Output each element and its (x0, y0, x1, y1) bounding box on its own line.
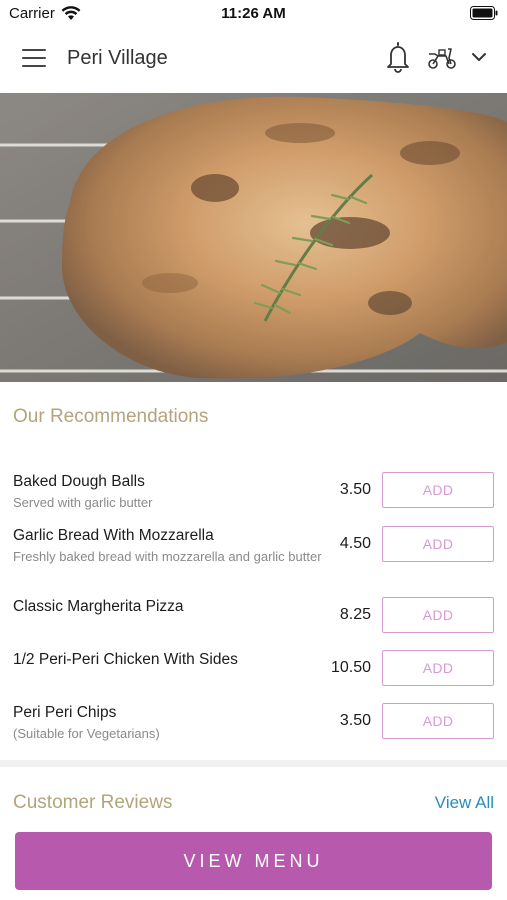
item-description: Freshly baked bread with mozzarella and … (13, 549, 322, 564)
item-name: Peri Peri Chips (13, 704, 117, 721)
item-name: Classic Margherita Pizza (13, 598, 184, 615)
section-divider (0, 760, 507, 767)
restaurant-title: Peri Village (67, 47, 168, 69)
add-button[interactable]: ADD (382, 650, 494, 686)
battery-icon (470, 6, 498, 20)
item-price: 10.50 (330, 659, 371, 676)
add-button[interactable]: ADD (382, 703, 494, 739)
item-name: Baked Dough Balls (13, 473, 145, 490)
scooter-icon[interactable] (426, 45, 458, 71)
recommendations-title: Our Recommendations (13, 406, 209, 427)
item-name: 1/2 Peri-Peri Chicken With Sides (13, 651, 238, 668)
item-description: Served with garlic butter (13, 495, 153, 510)
app-header: Peri Village (0, 28, 507, 91)
item-price: 4.50 (339, 535, 371, 552)
add-button[interactable]: ADD (382, 526, 494, 562)
menu-icon[interactable] (22, 49, 46, 69)
add-button[interactable]: ADD (382, 472, 494, 508)
item-price: 3.50 (339, 712, 371, 729)
chevron-down-icon[interactable] (470, 50, 488, 64)
item-price: 3.50 (339, 481, 371, 498)
bell-icon[interactable] (384, 42, 412, 74)
item-price: 8.25 (339, 606, 371, 623)
reviews-title: Customer Reviews (13, 792, 173, 813)
item-name: Garlic Bread With Mozzarella (13, 527, 214, 544)
view-all-link[interactable]: View All (435, 793, 494, 813)
item-description: (Suitable for Vegetarians) (13, 726, 160, 741)
status-time: 11:26 AM (221, 5, 286, 22)
add-button[interactable]: ADD (382, 597, 494, 633)
view-menu-button[interactable]: VIEW MENU (15, 832, 492, 890)
status-bar: Carrier 11:26 AM (0, 0, 507, 28)
hero-image (0, 93, 507, 382)
